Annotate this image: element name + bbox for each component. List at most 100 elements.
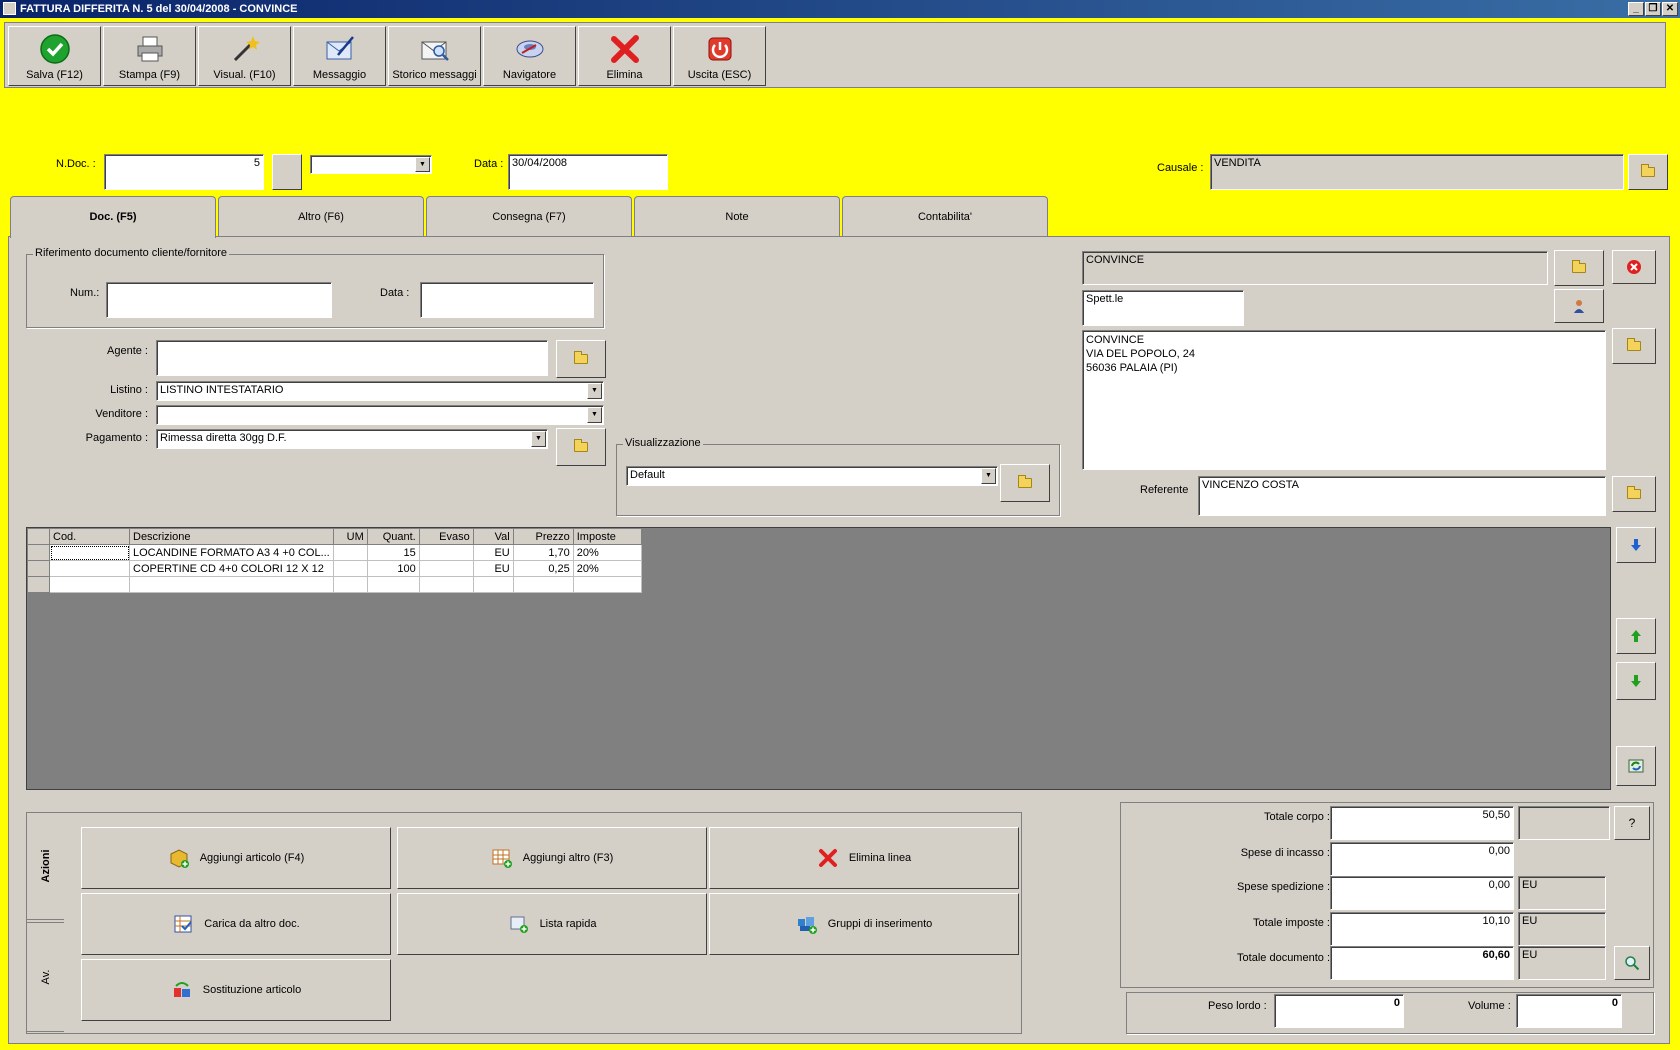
cell-empty[interactable] [129, 576, 334, 593]
cell-description[interactable]: COPERTINE CD 4+0 COLORI 12 X 12 [129, 560, 334, 577]
payment-browse-button[interactable] [556, 428, 606, 466]
cell-price[interactable]: 0,25 [512, 560, 574, 577]
cell-description[interactable]: LOCANDINE FORMATO A3 4 +0 COL... [129, 544, 334, 561]
load-from-doc-button[interactable]: Carica da altro doc. [81, 893, 391, 955]
replace-article-button[interactable]: Sostituzione articolo [81, 959, 391, 1021]
move-down-button[interactable] [1616, 662, 1656, 700]
cell-currency[interactable]: EU [472, 560, 514, 577]
column-header[interactable]: Quant. [366, 528, 420, 545]
column-header[interactable]: Descrizione [129, 528, 334, 545]
delete-button[interactable]: Elimina [578, 26, 671, 86]
move-last-button[interactable] [1616, 527, 1656, 563]
cell-cod[interactable] [49, 560, 130, 577]
tab-doc[interactable]: Doc. (F5) [10, 196, 216, 238]
help-button[interactable]: ? [1614, 806, 1650, 840]
cell-currency[interactable]: EU [472, 544, 514, 561]
add-other-button[interactable]: Aggiungi altro (F3) [397, 827, 707, 889]
tab-note[interactable]: Note [634, 196, 840, 236]
column-header[interactable]: Val [472, 528, 514, 545]
cell-tax[interactable]: 20% [572, 560, 642, 577]
exit-button[interactable]: Uscita (ESC) [673, 26, 766, 86]
view-browse-button[interactable] [1000, 464, 1050, 502]
row-selector[interactable] [27, 544, 50, 561]
pricelist-select[interactable]: LISTINO INTESTATARIO ▼ [156, 381, 604, 401]
envelope-pen-icon [326, 36, 354, 60]
column-header[interactable]: Evaso [418, 528, 474, 545]
ndoc-input[interactable]: 5 [104, 154, 264, 190]
cell-empty[interactable] [332, 576, 368, 593]
causale-browse-button[interactable] [1628, 154, 1668, 190]
table-row[interactable]: LOCANDINE FORMATO A3 4 +0 COL... 15 EU 1… [27, 544, 642, 561]
gross-weight-field[interactable]: 0 [1274, 994, 1404, 1028]
zoom-button[interactable] [1614, 946, 1650, 980]
collection-fees-field[interactable]: 0,00 [1330, 842, 1514, 876]
tab-consegna[interactable]: Consegna (F7) [426, 196, 632, 236]
ref-date-input[interactable] [420, 282, 594, 318]
cell-quantity[interactable]: 100 [366, 560, 420, 577]
refresh-button[interactable] [1616, 746, 1656, 786]
total-body-extra [1518, 806, 1610, 840]
agent-browse-button[interactable] [556, 340, 606, 378]
ndoc-series-select[interactable]: ▼ [310, 155, 432, 174]
move-up-button[interactable] [1616, 618, 1656, 654]
date-input[interactable]: 30/04/2008 [508, 154, 668, 190]
row-selector[interactable] [27, 560, 50, 577]
cell-evaso[interactable] [418, 560, 474, 577]
cell-empty[interactable] [418, 576, 474, 593]
client-browse-button[interactable] [1554, 250, 1604, 286]
cell-empty[interactable] [512, 576, 574, 593]
view-select[interactable]: Default ▼ [626, 466, 998, 486]
cell-empty[interactable] [49, 576, 130, 593]
column-header[interactable]: UM [332, 528, 368, 545]
client-contact-button[interactable] [1554, 289, 1604, 323]
cell-empty[interactable] [366, 576, 420, 593]
column-header[interactable]: Prezzo [512, 528, 574, 545]
add-article-button[interactable]: Aggiungi articolo (F4) [81, 827, 391, 889]
client-remove-button[interactable] [1612, 250, 1656, 284]
tab-contabilita[interactable]: Contabilita' [842, 196, 1048, 236]
insert-groups-button[interactable]: Gruppi di inserimento [709, 893, 1019, 955]
cell-um[interactable] [332, 544, 368, 561]
preview-button[interactable]: Visual. (F10) [198, 26, 291, 86]
quick-list-button[interactable]: Lista rapida [397, 893, 707, 955]
column-header[interactable]: Imposte [572, 528, 642, 545]
shipping-fees-field[interactable]: 0,00 [1330, 876, 1514, 910]
tab-av[interactable]: Av. [26, 922, 64, 1032]
navigator-button[interactable]: Navigatore [483, 26, 576, 86]
tab-azioni[interactable]: Azioni [26, 812, 64, 920]
client-title-field[interactable]: Spett.le [1082, 290, 1244, 326]
cell-empty[interactable] [472, 576, 514, 593]
table-row-new[interactable] [27, 576, 642, 593]
cell-tax[interactable]: 20% [572, 544, 642, 561]
referente-browse-button[interactable] [1612, 476, 1656, 512]
payment-label: Pagamento : [85, 432, 148, 444]
document-lines-grid[interactable]: Cod. Descrizione UM Quant. Evaso Val Pre… [26, 527, 1611, 790]
cell-price[interactable]: 1,70 [512, 544, 574, 561]
print-button[interactable]: Stampa (F9) [103, 26, 196, 86]
cell-quantity[interactable]: 15 [366, 544, 420, 561]
ndoc-extra-button[interactable] [272, 154, 302, 190]
cell-um[interactable] [332, 560, 368, 577]
table-row[interactable]: COPERTINE CD 4+0 COLORI 12 X 12 100 EU 0… [27, 560, 642, 577]
delete-line-button[interactable]: Elimina linea [709, 827, 1019, 889]
address-browse-button[interactable] [1612, 328, 1656, 364]
message-button[interactable]: Messaggio [293, 26, 386, 86]
row-selector[interactable] [27, 576, 50, 593]
message-history-button[interactable]: Storico messaggi [388, 26, 481, 86]
cell-evaso[interactable] [418, 544, 474, 561]
minimize-icon[interactable]: _ [1628, 2, 1644, 16]
save-button[interactable]: Salva (F12) [8, 26, 101, 86]
ref-num-input[interactable] [106, 282, 332, 318]
column-header[interactable]: Cod. [49, 528, 130, 545]
payment-select[interactable]: Rimessa diretta 30gg D.F. ▼ [156, 429, 548, 449]
seller-select[interactable]: ▼ [156, 405, 604, 425]
cell-empty[interactable] [572, 576, 642, 593]
volume-field[interactable]: 0 [1516, 994, 1622, 1028]
restore-icon[interactable]: ❐ [1645, 2, 1661, 16]
close-window-icon[interactable]: ✕ [1662, 2, 1678, 16]
agent-input[interactable] [156, 340, 548, 376]
client-address-field[interactable]: CONVINCE VIA DEL POPOLO, 24 56036 PALAIA… [1082, 330, 1606, 470]
referente-field[interactable]: VINCENZO COSTA [1198, 476, 1606, 516]
cell-cod[interactable] [49, 544, 130, 561]
tab-altro[interactable]: Altro (F6) [218, 196, 424, 236]
